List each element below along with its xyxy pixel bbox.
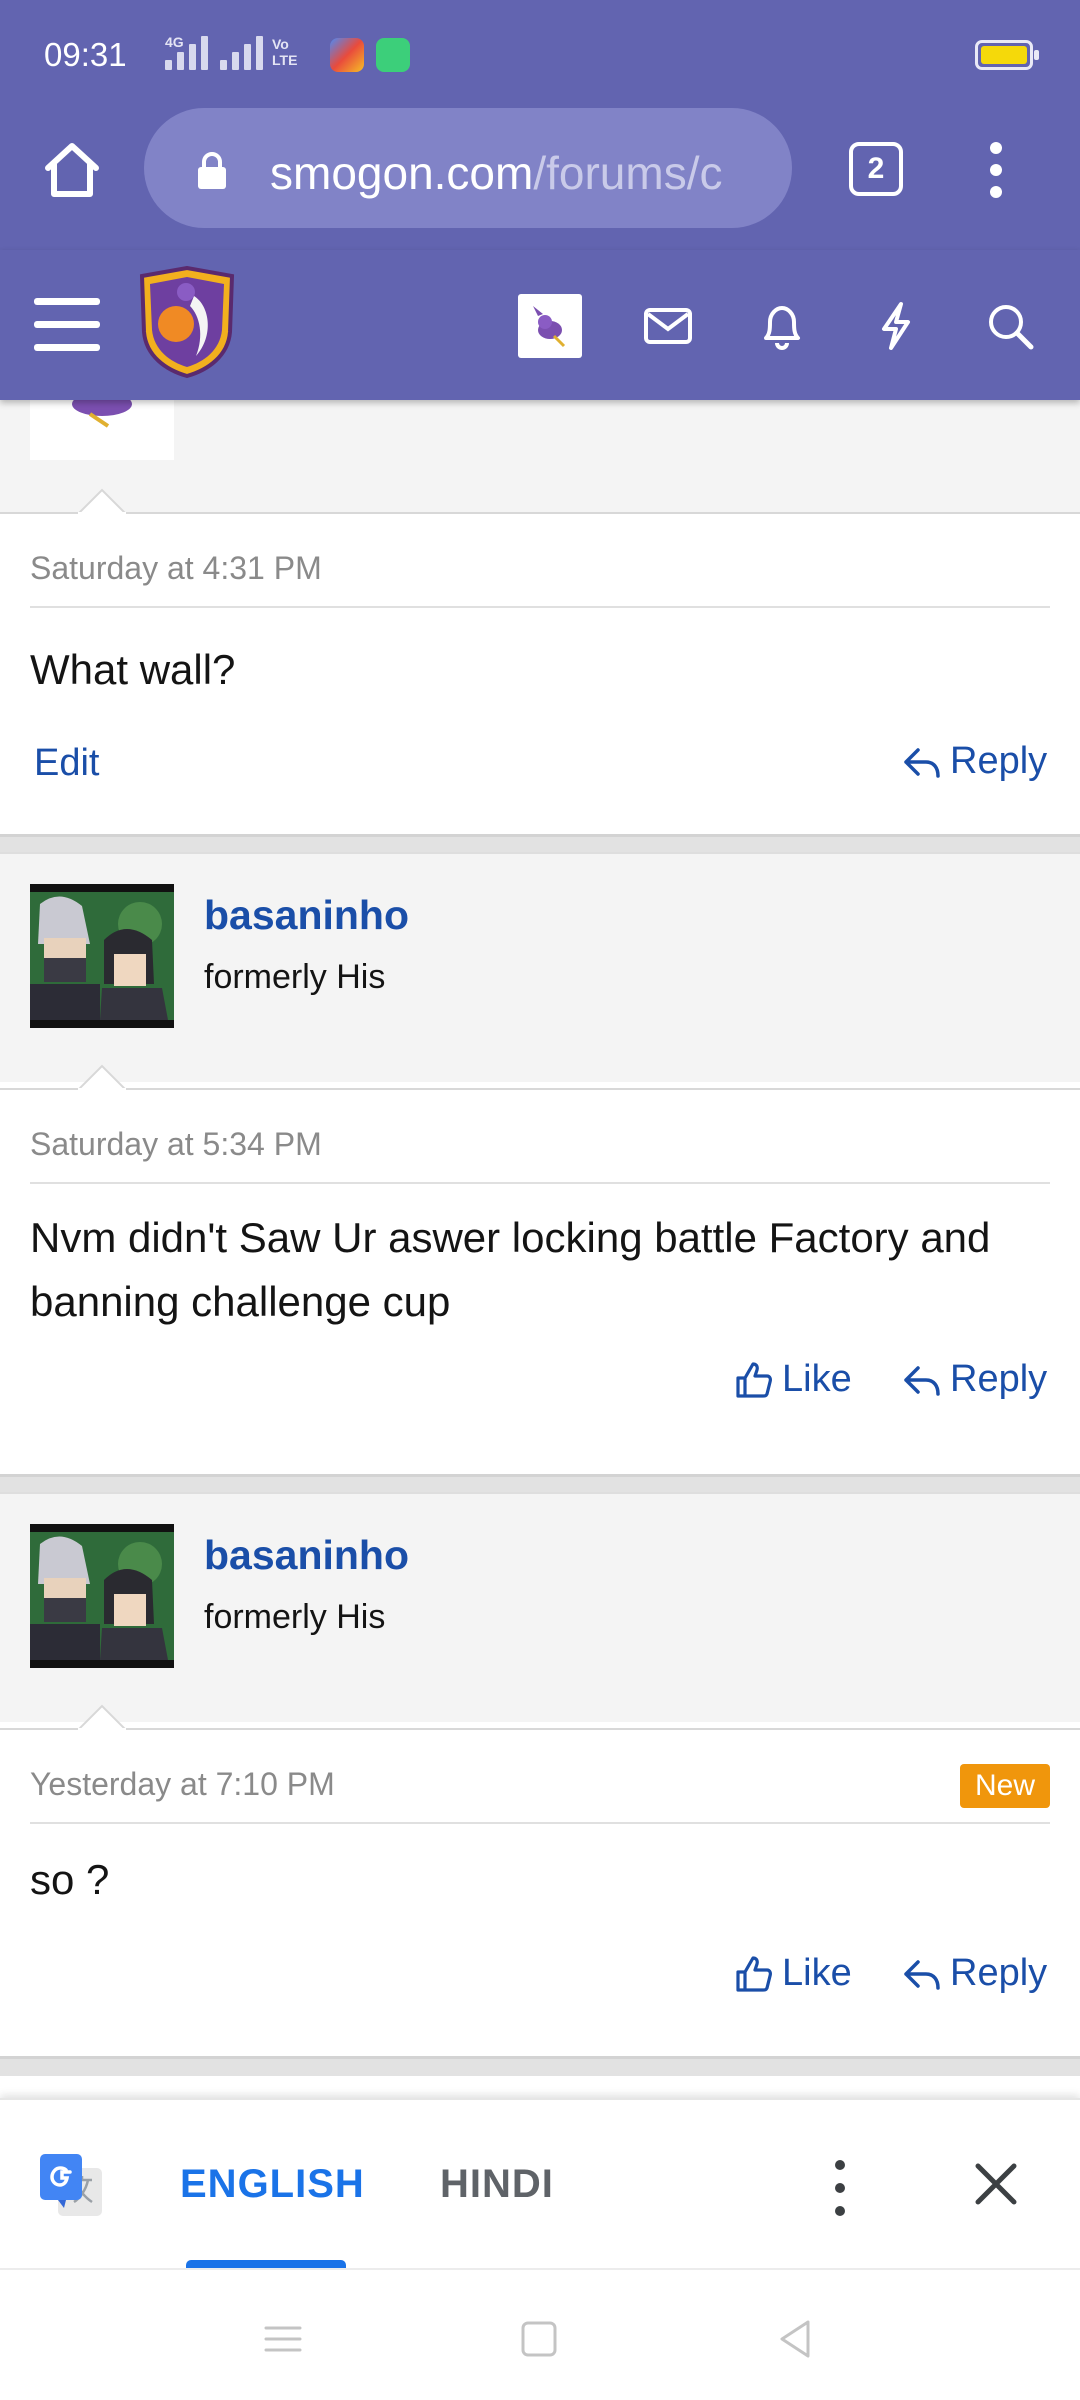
post-arrow — [78, 1064, 126, 1090]
post-2-separator — [30, 1182, 1050, 1184]
browser-menu-icon[interactable] — [978, 138, 1014, 202]
like-label: Like — [782, 1952, 852, 1994]
reply-label: Reply — [950, 740, 1048, 782]
search-icon[interactable] — [982, 298, 1038, 354]
post-1-avatar[interactable] — [30, 392, 174, 460]
status-bar: 09:31 4G Vo LTE — [0, 0, 1080, 104]
forum-navbar — [0, 250, 1080, 400]
sync-app-icon — [376, 38, 410, 72]
translate-bar: ENGLISH HINDI — [0, 2098, 1080, 2270]
address-bar[interactable]: smogon.com/forums/c — [144, 108, 792, 228]
post-2-date[interactable]: Saturday at 5:34 PM — [30, 1126, 322, 1163]
like-label: Like — [782, 1358, 852, 1400]
post-3-username[interactable]: basaninho — [204, 1532, 409, 1579]
mail-icon[interactable] — [640, 298, 696, 354]
translate-options-icon[interactable] — [822, 2158, 858, 2218]
post-1-author-band — [0, 392, 1080, 512]
post-1-reply-link[interactable]: Reply — [902, 740, 1047, 783]
post-3-separator — [30, 1822, 1050, 1824]
edit-label: Edit — [34, 742, 100, 784]
post-2-avatar[interactable] — [30, 884, 174, 1028]
post-3-author-band: basaninho formerly His — [0, 1492, 1080, 1722]
thumbs-up-icon — [736, 1955, 772, 1992]
post-2-like-link[interactable]: Like — [734, 1358, 852, 1401]
reply-icon — [904, 1365, 940, 1396]
post-arrow — [78, 1704, 126, 1730]
post-1-separator — [30, 606, 1050, 608]
volte-label: Vo LTE — [272, 36, 298, 68]
menu-icon[interactable] — [34, 298, 100, 352]
home-button-icon[interactable] — [514, 2314, 564, 2364]
signal-icon-2 — [220, 36, 263, 70]
post-divider — [0, 834, 1080, 854]
post-3-date[interactable]: Yesterday at 7:10 PM — [30, 1766, 335, 1803]
tab-switcher-button[interactable]: 2 — [849, 142, 903, 196]
post-divider — [0, 1474, 1080, 1494]
post-2-reply-link[interactable]: Reply — [902, 1358, 1047, 1401]
language-tab-english[interactable]: ENGLISH — [180, 2162, 365, 2207]
google-translate-icon[interactable] — [36, 2150, 106, 2220]
post-2-username[interactable]: basaninho — [204, 892, 409, 939]
app-notification-icon — [330, 38, 364, 72]
post-1-date[interactable]: Saturday at 4:31 PM — [30, 550, 322, 587]
battery-icon — [975, 40, 1039, 70]
post-3-avatar[interactable] — [30, 1524, 174, 1668]
url-path: /forums/c — [533, 147, 723, 199]
recent-apps-icon[interactable] — [258, 2314, 308, 2364]
reply-icon — [904, 747, 940, 778]
post-2-author-band: basaninho formerly His — [0, 852, 1080, 1082]
browser-toolbar: smogon.com/forums/c 2 — [0, 104, 1080, 250]
lock-icon — [198, 152, 226, 189]
back-icon[interactable] — [770, 2314, 820, 2364]
url-text: smogon.com/forums/c — [270, 146, 723, 200]
new-badge: New — [960, 1764, 1050, 1808]
close-icon[interactable] — [968, 2156, 1024, 2212]
post-2-user-title: formerly His — [204, 958, 386, 996]
signal-icon — [165, 36, 208, 70]
reply-icon — [904, 1959, 940, 1990]
post-arrow — [78, 488, 126, 514]
post-1-edit-link[interactable]: Edit — [34, 742, 99, 785]
smogon-logo[interactable] — [134, 266, 240, 378]
system-navigation-bar — [0, 2268, 1080, 2400]
post-3-reply-link[interactable]: Reply — [902, 1952, 1047, 1995]
post-3: Yesterday at 7:10 PM New so ? Like Reply — [0, 1704, 1080, 2058]
post-divider — [0, 2056, 1080, 2076]
language-tab-hindi[interactable]: HINDI — [440, 2162, 554, 2207]
post-2-text: Nvm didn't Saw Ur aswer locking battle F… — [30, 1214, 991, 1325]
home-icon[interactable] — [40, 138, 104, 202]
status-time: 09:31 — [44, 36, 127, 73]
reply-label: Reply — [950, 1358, 1048, 1400]
user-avatar[interactable] — [518, 294, 582, 358]
url-domain: smogon.com — [270, 147, 534, 199]
bell-icon[interactable] — [754, 298, 810, 354]
post-3-text: so ? — [30, 1856, 110, 1903]
lightning-icon[interactable] — [868, 298, 924, 354]
thread-posts: Saturday at 4:31 PM What wall? Edit Repl… — [0, 392, 1080, 2100]
thumbs-up-icon — [736, 1361, 772, 1398]
post-2: Saturday at 5:34 PM Nvm didn't Saw Ur as… — [0, 1064, 1080, 1400]
post-1-text: What wall? — [30, 646, 236, 693]
post-3-user-title: formerly His — [204, 1598, 386, 1636]
reply-label: Reply — [950, 1952, 1048, 1994]
post-3-like-link[interactable]: Like — [734, 1952, 852, 1995]
